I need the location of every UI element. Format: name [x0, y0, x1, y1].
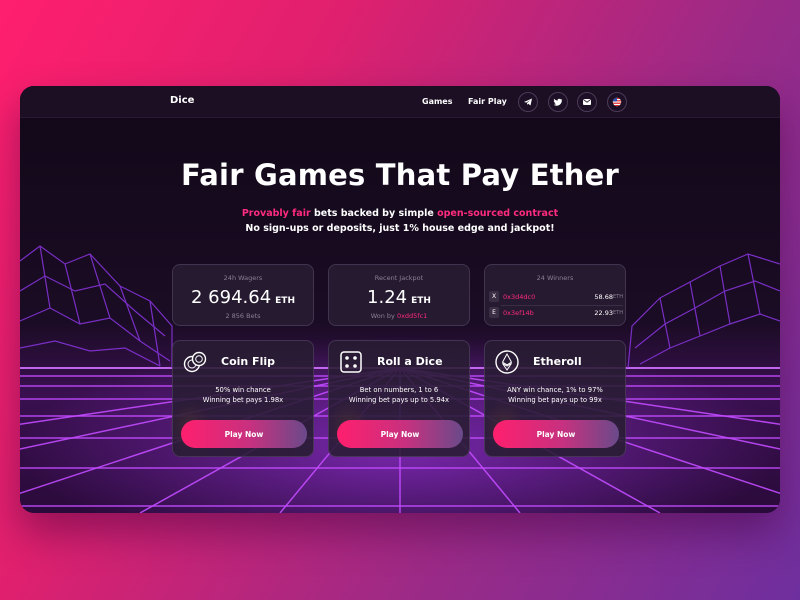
- game-description-line2: Winning bet pays up to 99x: [508, 396, 602, 404]
- jackpot-winner-address[interactable]: 0xdd5fc1: [397, 312, 427, 320]
- game-card-roll-a-dice: Roll a Dice Bet on numbers, 1 to 6 Winni…: [328, 340, 470, 457]
- winner-amount: 58.68: [594, 293, 613, 301]
- winner-unit: ETH: [613, 309, 623, 316]
- play-now-button-roll-a-dice[interactable]: Play Now: [337, 420, 463, 448]
- hero-subtitle-line2: No sign-ups or deposits, just 1% house e…: [245, 223, 555, 234]
- mail-icon: [583, 99, 591, 105]
- twitter-button[interactable]: [548, 92, 568, 112]
- game-description: Bet on numbers, 1 to 6 Winning bet pays …: [329, 385, 469, 405]
- open-sourced-contract-link[interactable]: open-sourced contract: [437, 208, 558, 219]
- winners-stat-card: 24 Winners X 0x3d4dc0 58.68 ETH E 0x3ef1…: [484, 264, 626, 326]
- game-description: 50% win chance Winning bet pays 1.98x: [173, 385, 313, 405]
- wagers-amount: 2 694.64: [191, 287, 272, 308]
- us-flag-icon: [612, 97, 622, 107]
- app-window: Dice Games Fair Play Fair Games That Pay…: [20, 86, 780, 513]
- wagers-label: 24h Wagers: [223, 274, 263, 282]
- winners-divider: [501, 305, 623, 306]
- telegram-icon: [524, 98, 532, 106]
- winners-label: 24 Winners: [536, 274, 574, 282]
- jackpot-amount: 1.24: [367, 287, 408, 308]
- dice-icon: [340, 351, 362, 373]
- winner-badge: X: [489, 291, 499, 302]
- game-description: ANY win chance, 1% to 97% Winning bet pa…: [485, 385, 625, 405]
- bets-count: 2 856 Bets: [225, 312, 261, 320]
- play-now-button-coin-flip[interactable]: Play Now: [181, 420, 307, 448]
- jackpot-label: Recent Jackpot: [374, 274, 424, 282]
- game-description-line2: Winning bet pays 1.98x: [202, 396, 284, 404]
- game-description-line1: Bet on numbers, 1 to 6: [359, 386, 439, 394]
- winner-row: X 0x3d4dc0 58.68 ETH: [489, 291, 623, 304]
- jackpot-winner: Won by 0xdd5fc1: [329, 312, 469, 320]
- jackpot-value: 1.24 ETH: [329, 287, 469, 308]
- coins-icon: [183, 351, 207, 373]
- jackpot-stat-card: Recent Jackpot 1.24 ETH Won by 0xdd5fc1: [328, 264, 470, 326]
- hero-subtitle-text: bets backed by simple: [310, 208, 438, 219]
- game-title: Roll a Dice: [377, 355, 443, 368]
- language-button[interactable]: [607, 92, 627, 112]
- winner-address[interactable]: 0x3ef14b: [503, 309, 534, 317]
- winner-unit: ETH: [613, 293, 623, 300]
- game-card-etheroll: Etheroll ANY win chance, 1% to 97% Winni…: [484, 340, 626, 457]
- telegram-button[interactable]: [518, 92, 538, 112]
- game-title: Etheroll: [533, 355, 582, 368]
- jackpot-winner-prefix: Won by: [370, 312, 397, 320]
- wagers-value: 2 694.64 ETH: [173, 287, 313, 308]
- game-title: Coin Flip: [221, 355, 275, 368]
- game-card-coin-flip: Coin Flip 50% win chance Winning bet pay…: [172, 340, 314, 457]
- hero-subtitle-line1: Provably fair bets backed by simple open…: [20, 208, 780, 219]
- wagers-stat-card: 24h Wagers 2 694.64 ETH 2 856 Bets: [172, 264, 314, 326]
- game-description-line2: Winning bet pays up to 5.94x: [348, 396, 450, 404]
- game-description-line1: ANY win chance, 1% to 97%: [507, 386, 603, 394]
- nav-games-link[interactable]: Games: [422, 97, 453, 106]
- ethereum-icon: [495, 350, 519, 374]
- wagers-unit: ETH: [275, 296, 295, 306]
- twitter-icon: [553, 98, 563, 106]
- brand-logo[interactable]: Dice: [170, 95, 194, 106]
- play-now-button-etheroll[interactable]: Play Now: [493, 420, 619, 448]
- provably-fair-link[interactable]: Provably fair: [242, 208, 311, 219]
- winner-badge: E: [489, 307, 499, 318]
- jackpot-unit: ETH: [411, 296, 431, 306]
- top-navigation-bar: Dice Games Fair Play: [20, 86, 780, 118]
- nav-fair-play-link[interactable]: Fair Play: [468, 97, 507, 106]
- page-title: Fair Games That Pay Ether: [180, 158, 620, 192]
- winner-address[interactable]: 0x3d4dc0: [503, 293, 535, 301]
- mail-button[interactable]: [577, 92, 597, 112]
- winner-amount: 22.93: [594, 309, 613, 317]
- game-description-line1: 50% win chance: [215, 386, 271, 394]
- winner-row: E 0x3ef14b 22.93 ETH: [489, 307, 623, 320]
